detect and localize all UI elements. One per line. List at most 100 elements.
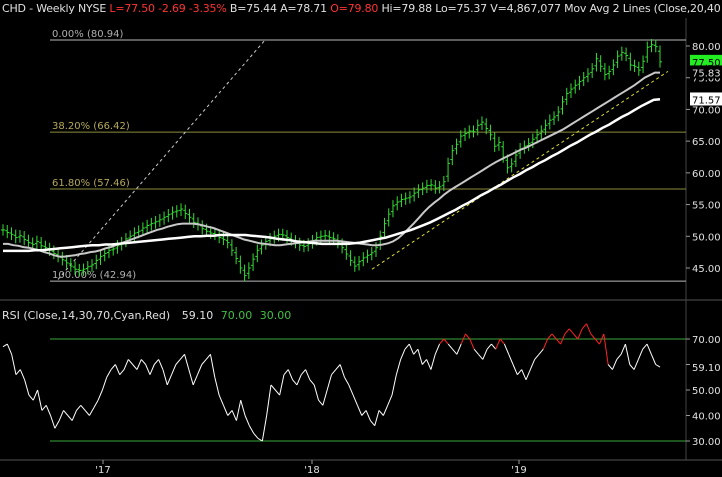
rsi-segment [175, 359, 181, 365]
rsi-header: RSI (Close,14,30,70,Cyan,Red) 59.10 70.0… [2, 309, 291, 322]
rsi-segment [434, 343, 441, 355]
rsi-segment [452, 348, 458, 355]
rsi-segment [127, 359, 134, 365]
rsi-segment [521, 369, 527, 380]
rsi-segment [417, 349, 423, 365]
rsi-segment [24, 379, 30, 396]
rsi-segment [650, 354, 657, 365]
x-axis-label: '18 [304, 465, 319, 476]
rsi-segment [616, 353, 622, 360]
chart-window: 80.00 75.00 70.00 65.00 60.00 55.00 50.00 45.00… [0, 0, 722, 477]
rsi-segment [274, 389, 281, 396]
rsi-segment [45, 405, 52, 416]
rsi-segment [655, 364, 661, 368]
rsi-segment [240, 400, 246, 416]
price-axis-label: 50.00 [692, 232, 721, 243]
rsi-segment [296, 374, 302, 386]
rsi-segment [352, 394, 358, 406]
rsi-segment [192, 374, 198, 386]
rsi-segment [646, 343, 652, 355]
rsi-segment [382, 405, 389, 416]
rsi-segment [287, 369, 294, 380]
price-axis-label: 60.00 [692, 169, 721, 180]
rsi-segment [279, 374, 285, 396]
rsi-segment [270, 384, 276, 391]
rsi-segment [538, 348, 544, 355]
rsi-segment [37, 389, 43, 411]
rsi-segment [244, 415, 250, 426]
x-axis-label: '17 [95, 465, 110, 476]
price-axis-label: 45.00 [692, 264, 721, 275]
rsi-segment [590, 333, 596, 340]
rsi-segment [283, 369, 289, 376]
interval: - Weekly [29, 2, 75, 15]
rsi-segment [119, 369, 125, 376]
price-axis-label: 65.00 [692, 137, 721, 148]
rsi-segment [2, 343, 8, 348]
chart-canvas[interactable]: 80.0075.0070.0065.0060.0055.0050.0045.00… [0, 0, 722, 477]
rsi-segment [387, 394, 393, 406]
rsi-segment [594, 338, 600, 345]
rsi-upper: 70.00 [220, 309, 253, 322]
rsi-axis-label: 70.00 [692, 335, 721, 346]
rsi-segment [71, 410, 77, 421]
rsi-axis-label: 40.00 [692, 412, 721, 423]
rsi-segment [516, 369, 523, 376]
rsi-segment [568, 328, 574, 335]
rsi-segment [465, 333, 471, 340]
rsi-segment [426, 359, 432, 370]
ma40-tag: 71.57 [692, 95, 721, 106]
rsi-segment [80, 404, 86, 411]
rsi-segment [162, 369, 168, 386]
rsi-segment [205, 353, 211, 360]
rsi-segment [261, 415, 268, 442]
rsi-segment [525, 369, 531, 380]
rsi-segment [136, 359, 142, 370]
price-header: CHD - Weekly NYSE L=77.50 -2.69 -3.35% B… [2, 2, 721, 15]
rsi-segment [32, 389, 39, 401]
rsi-segment [356, 405, 363, 416]
rsi-segment [153, 359, 159, 365]
rsi-segment [209, 354, 216, 378]
rsi-segment [378, 410, 384, 416]
rsi-segment [503, 343, 510, 355]
rsi-segment [322, 389, 328, 406]
rsi-segment [140, 359, 147, 365]
rsi-segment [577, 328, 583, 340]
rsi-segment [110, 364, 116, 370]
study-label: Mov Avg 2 Lines (Close,20,40 [564, 2, 721, 15]
rsi-segment [547, 333, 553, 340]
rsi-segment [344, 377, 350, 386]
rsi-segment [93, 399, 99, 409]
fib-trendline [57, 39, 266, 280]
rsi-segment [443, 338, 449, 345]
rsi-segment [642, 343, 648, 350]
rsi-segment [581, 323, 587, 330]
rsi-segment [188, 369, 194, 386]
rsi-segment [439, 338, 445, 345]
rsi-segment [611, 359, 618, 370]
rsi-segment [15, 369, 21, 376]
rsi-segment [313, 384, 320, 401]
rsi-segment [495, 338, 501, 350]
rsi-segment [603, 333, 609, 365]
rsi-segment [637, 349, 644, 360]
rsi-segment [197, 364, 203, 375]
rsi-segment [499, 338, 505, 345]
volume: V=4,867,077 [490, 2, 561, 15]
rsi-segment [374, 410, 380, 426]
rsi-segment [50, 415, 56, 429]
rsi-segment [400, 349, 406, 360]
rsi-segment [248, 425, 255, 434]
rsi-segment [28, 394, 34, 401]
rsi-segment [166, 374, 173, 386]
rsi-segment [529, 359, 536, 370]
rsi-segment [404, 343, 410, 350]
rsi-segment [624, 343, 631, 365]
rsi-segment [339, 364, 345, 378]
rsi-segment [318, 399, 324, 406]
rsi-segment [158, 359, 164, 370]
rsi-segment [391, 374, 397, 396]
rsi-value-tag: 59.10 [692, 363, 721, 374]
rsi-axis-label: 50.00 [692, 386, 721, 397]
